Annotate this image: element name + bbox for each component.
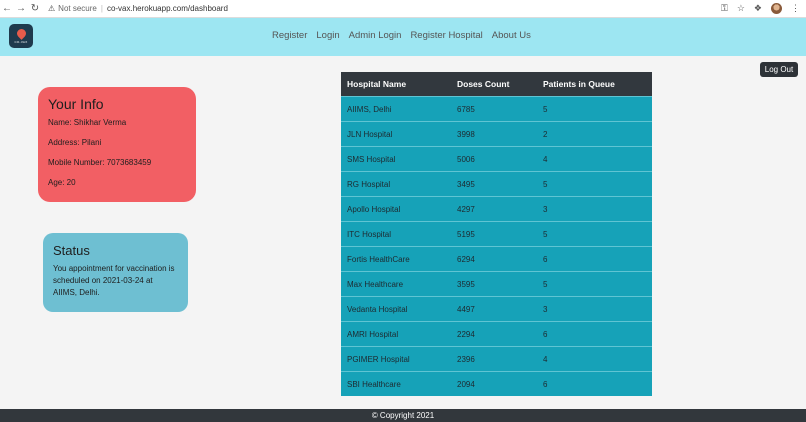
- cell-hospital-name: Vedanta Hospital: [341, 296, 451, 322]
- cell-doses-count: 2396: [451, 346, 537, 372]
- logout-button[interactable]: Log Out: [760, 62, 798, 77]
- extensions-icon[interactable]: ❖: [754, 3, 762, 14]
- status-card-title: Status: [53, 243, 90, 258]
- cell-doses-count: 5006: [451, 146, 537, 172]
- address-separator: |: [100, 4, 103, 13]
- cell-doses-count: 3495: [451, 171, 537, 197]
- cell-hospital-name: SMS Hospital: [341, 146, 451, 172]
- nav-about-us-link[interactable]: About Us: [492, 30, 531, 41]
- cell-doses-count: 5195: [451, 221, 537, 247]
- cell-hospital-name: JLN Hospital: [341, 121, 451, 147]
- info-address: Address: Pilani: [48, 138, 102, 147]
- table-row: SMS Hospital 5006 4: [341, 146, 652, 172]
- cell-hospital-name: Fortis HealthCare: [341, 246, 451, 272]
- nav-register-hospital-link[interactable]: Register Hospital: [410, 30, 482, 41]
- table-row: JLN Hospital 3998 2: [341, 121, 652, 147]
- info-card-title: Your Info: [48, 96, 104, 112]
- table-row: Vedanta Hospital 4497 3: [341, 296, 652, 322]
- status-message: You appointment for vaccination is sched…: [53, 264, 175, 297]
- page-footer: © Copyright 2021: [0, 409, 806, 422]
- status-card: Status You appointment for vaccination i…: [43, 233, 188, 312]
- nav-admin-login-link[interactable]: Admin Login: [349, 30, 402, 41]
- header-doses-count: Doses Count: [451, 72, 537, 97]
- cell-doses-count: 6294: [451, 246, 537, 272]
- site-navbar: CO-VAX Register Login Admin Login Regist…: [0, 18, 806, 56]
- star-icon[interactable]: ☆: [737, 3, 745, 14]
- cell-hospital-name: AIIMS, Delhi: [341, 96, 451, 122]
- cell-patients-in-queue: 4: [537, 346, 652, 372]
- cell-patients-in-queue: 4: [537, 146, 652, 172]
- cell-doses-count: 4497: [451, 296, 537, 322]
- cell-hospital-name: ITC Hospital: [341, 221, 451, 247]
- droplet-icon: [14, 27, 28, 40]
- nav-login-link[interactable]: Login: [316, 30, 339, 41]
- cell-doses-count: 2094: [451, 371, 537, 396]
- info-card: Your Info Name: Shikhar Verma Address: P…: [38, 87, 196, 202]
- forward-arrow-icon[interactable]: →: [14, 3, 28, 14]
- cell-patients-in-queue: 3: [537, 296, 652, 322]
- key-icon[interactable]: ⚿: [721, 3, 728, 14]
- reload-icon[interactable]: ↻: [28, 3, 42, 14]
- cell-hospital-name: Max Healthcare: [341, 271, 451, 297]
- cell-doses-count: 3595: [451, 271, 537, 297]
- url-text: co-vax.herokuapp.com/dashboard: [106, 4, 228, 13]
- cell-patients-in-queue: 3: [537, 196, 652, 222]
- table-row: PGIMER Hospital 2396 4: [341, 346, 652, 372]
- profile-avatar[interactable]: [771, 3, 782, 14]
- info-name: Name: Shikhar Verma: [48, 118, 127, 127]
- cell-patients-in-queue: 6: [537, 246, 652, 272]
- security-label: Not secure: [58, 4, 97, 13]
- cell-doses-count: 4297: [451, 196, 537, 222]
- cell-hospital-name: PGIMER Hospital: [341, 346, 451, 372]
- table-row: RG Hospital 3495 5: [341, 171, 652, 197]
- cell-patients-in-queue: 2: [537, 121, 652, 147]
- cell-doses-count: 6785: [451, 96, 537, 122]
- cell-patients-in-queue: 6: [537, 321, 652, 347]
- back-arrow-icon[interactable]: ←: [0, 3, 14, 14]
- cell-hospital-name: SBI Healthcare: [341, 371, 451, 396]
- cell-doses-count: 3998: [451, 121, 537, 147]
- cell-hospital-name: Apollo Hospital: [341, 196, 451, 222]
- header-hospital-name: Hospital Name: [341, 72, 451, 97]
- nav-register-link[interactable]: Register: [272, 30, 307, 41]
- warning-icon: ⚠: [48, 4, 56, 13]
- covax-logo[interactable]: CO-VAX: [9, 24, 33, 48]
- table-row: AMRI Hospital 2294 6: [341, 321, 652, 347]
- cell-patients-in-queue: 5: [537, 271, 652, 297]
- cell-patients-in-queue: 5: [537, 171, 652, 197]
- logo-text: CO-VAX: [14, 40, 28, 44]
- info-age: Age: 20: [48, 178, 76, 187]
- cell-doses-count: 2294: [451, 321, 537, 347]
- table-row: Apollo Hospital 4297 3: [341, 196, 652, 222]
- table-row: SBI Healthcare 2094 6: [341, 371, 652, 396]
- table-row: Fortis HealthCare 6294 6: [341, 246, 652, 272]
- table-header-row: Hospital Name Doses Count Patients in Qu…: [341, 72, 652, 97]
- menu-dots-icon[interactable]: ⋮: [791, 3, 800, 14]
- address-bar[interactable]: ⚠ Not secure | co-vax.herokuapp.com/dash…: [48, 4, 228, 13]
- table-row: ITC Hospital 5195 5: [341, 221, 652, 247]
- table-row: Max Healthcare 3595 5: [341, 271, 652, 297]
- browser-toolbar: ← → ↻ ⚠ Not secure | co-vax.herokuapp.co…: [0, 0, 806, 18]
- hospital-table: Hospital Name Doses Count Patients in Qu…: [341, 72, 652, 396]
- cell-hospital-name: AMRI Hospital: [341, 321, 451, 347]
- info-mobile: Mobile Number: 7073683459: [48, 158, 152, 167]
- cell-hospital-name: RG Hospital: [341, 171, 451, 197]
- header-patients-in-queue: Patients in Queue: [537, 72, 652, 97]
- table-row: AIIMS, Delhi 6785 5: [341, 96, 652, 122]
- cell-patients-in-queue: 5: [537, 221, 652, 247]
- cell-patients-in-queue: 6: [537, 371, 652, 396]
- cell-patients-in-queue: 5: [537, 96, 652, 122]
